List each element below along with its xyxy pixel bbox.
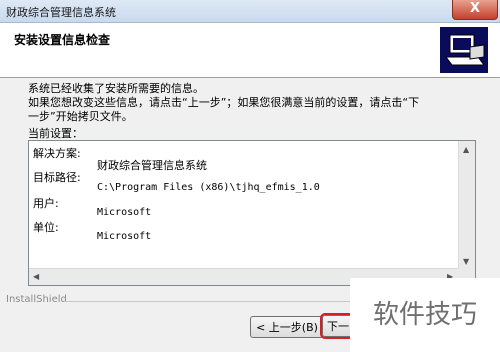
window-title: 财政综合管理信息系统	[6, 6, 116, 19]
installer-computer-icon	[440, 27, 488, 73]
title-bar: 财政综合管理信息系统 X	[0, 0, 500, 23]
solution-value: 财政综合管理信息系统	[97, 159, 207, 172]
current-settings-label: 当前设置：	[28, 127, 83, 140]
installshield-brand: InstallShield	[6, 294, 67, 305]
back-button[interactable]: < 上一步(B)	[250, 316, 324, 338]
user-label: 用户:	[33, 197, 59, 210]
solution-label: 解决方案:	[33, 147, 81, 160]
scroll-left-icon[interactable]: ◀	[33, 272, 39, 281]
page-title: 安装设置信息检查	[14, 33, 111, 47]
scroll-up-icon[interactable]: ▲	[463, 145, 469, 154]
close-icon: X	[469, 1, 481, 16]
vertical-scrollbar[interactable]: ▲ ▼	[458, 141, 475, 269]
watermark-text: 软件技巧	[350, 278, 500, 352]
intro-text: 系统已经收集了安装所需要的信息。 如果您想改变这些信息，请点击“上一步”；如果您…	[28, 82, 478, 124]
wizard-header: 安装设置信息检查	[0, 23, 500, 78]
user-value: Microsoft	[97, 207, 152, 218]
unit-value: Microsoft	[97, 231, 152, 242]
unit-label: 单位:	[33, 221, 59, 234]
scroll-down-icon[interactable]: ▼	[463, 257, 469, 266]
target-path-value: C:\Program Files (x86)\tjhq_efmis_1.0	[97, 182, 320, 193]
close-button[interactable]: X	[452, 0, 498, 20]
settings-textbox[interactable]: 解决方案: 财政综合管理信息系统 目标路径: C:\Program Files …	[28, 140, 476, 286]
intro-line-2: 如果您想改变这些信息，请点击“上一步”；如果您很满意当前的设置，请点击“下	[28, 96, 420, 109]
intro-line-1: 系统已经收集了安装所需要的信息。	[28, 82, 204, 95]
target-path-label: 目标路径:	[33, 171, 81, 184]
intro-line-3: 一步”开始拷贝文件。	[28, 110, 133, 123]
